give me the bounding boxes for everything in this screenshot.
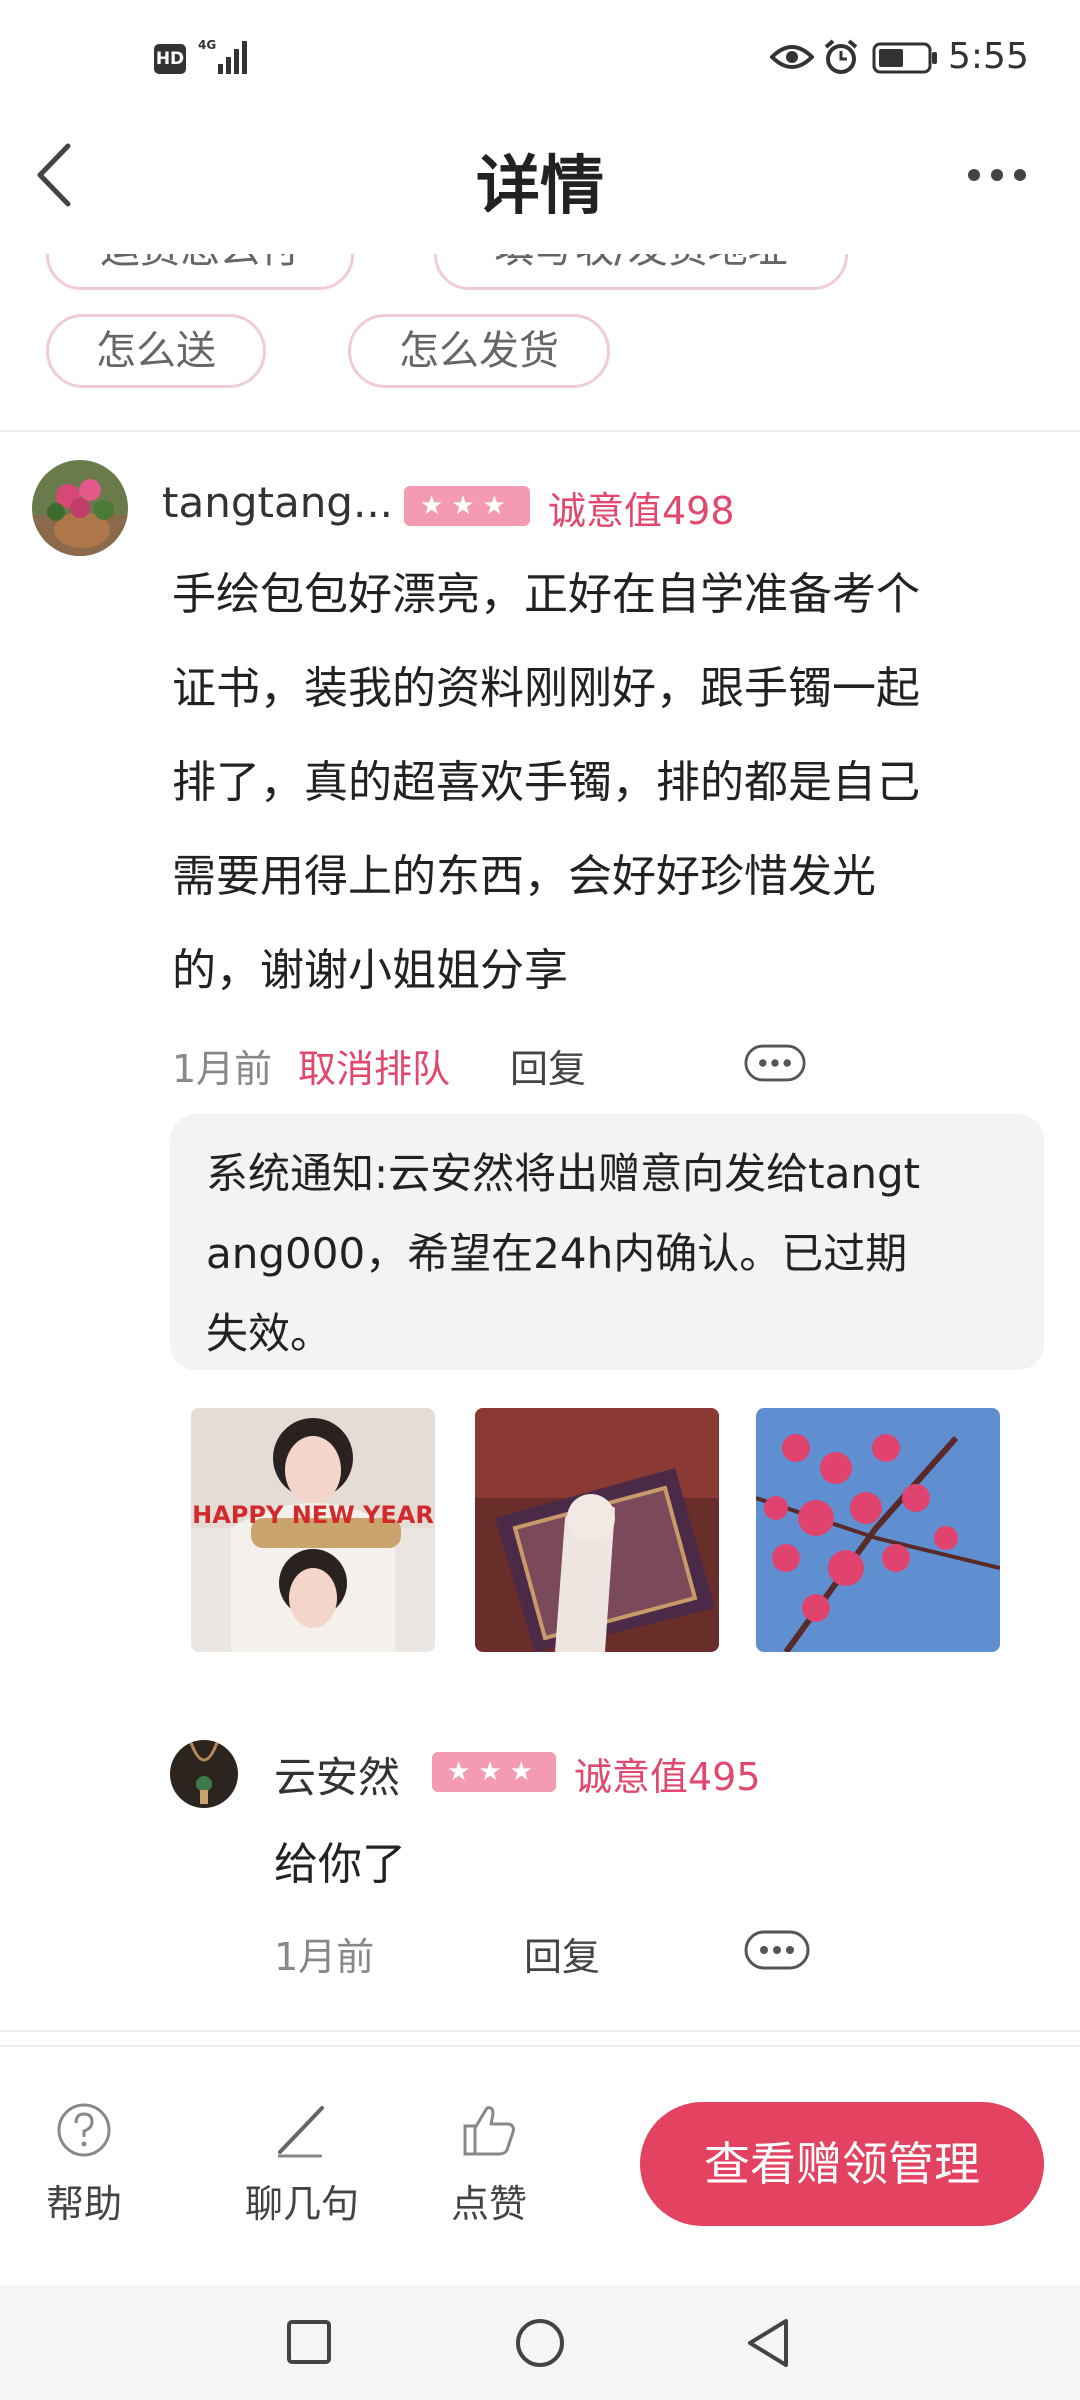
comment-line: 的，谢谢小姐姐分享 [172,945,568,996]
comment-username[interactable]: tangtang... [162,478,393,527]
chat-label[interactable]: 聊几句 [232,2173,372,2228]
notice-line: ang000，希望在24h内确认。已过期 [206,1229,908,1278]
back-triangle-icon[interactable] [744,2317,792,2369]
status-bar: HD 4G 5:55 [0,0,1080,120]
photo-caption: HAPPY NEW YEAR [192,1501,434,1529]
system-notice: 系统通知:云安然将出赠意向发给tangt ang000，希望在24h内确认。已过… [170,1114,1044,1370]
section-divider [0,430,1080,432]
reply-button[interactable]: 回复 [510,1038,586,1093]
network-label: 4G [198,38,216,52]
comment-time: 1月前 [172,1047,273,1091]
photo-thumbnail-1[interactable]: HAPPY NEW YEAR [191,1408,435,1652]
reply-more-actions-icon[interactable] [744,1930,810,1970]
chip-row1-mask [0,214,1080,254]
comment-text: 手绘包包好漂亮，正好在自学准备考个 证书，装我的资料刚刚好，跟手镯一起 排了，真… [172,548,1062,1018]
sincerity-value: 诚意值498 [548,489,735,533]
comment-line: 手绘包包好漂亮，正好在自学准备考个 [172,569,920,620]
reply-sincerity-value: 诚意值495 [574,1755,761,1799]
view-gift-management-button[interactable]: 查看赠领管理 [640,2102,1044,2226]
reply-text: 给你了 [274,1839,406,1890]
comment-line: 证书，装我的资料刚刚好，跟手镯一起 [172,663,920,714]
cancel-queue-button[interactable]: 取消排队 [298,1038,450,1093]
comment-line: 排了，真的超喜欢手镯，排的都是自己 [172,757,920,808]
recents-square-icon[interactable] [286,2319,332,2365]
notice-line: 失效。 [206,1309,333,1358]
like-label[interactable]: 点赞 [419,2173,559,2228]
reply-star-level-badge: ★★★ [432,1752,556,1792]
comment-line: 需要用得上的东西，会好好珍惜发光 [172,851,876,902]
notice-line: 系统通知:云安然将出赠意向发给tangt [206,1149,921,1198]
pen-icon[interactable] [272,2100,332,2160]
more-options-icon[interactable] [966,160,1028,190]
hd-badge: HD [154,44,186,74]
alarm-icon [824,39,858,74]
system-nav-bar [0,2285,1080,2400]
reply-time: 1月前 [274,1935,375,1979]
reply-reply-button[interactable]: 回复 [524,1926,600,1981]
chip-how-to-give[interactable]: 怎么送 [46,314,266,388]
thumbs-up-icon[interactable] [459,2100,519,2160]
help-icon[interactable] [54,2100,114,2160]
more-actions-icon[interactable] [744,1044,806,1082]
reply-username[interactable]: 云安然 [274,1744,400,1805]
avatar[interactable] [32,460,128,556]
help-label[interactable]: 帮助 [14,2173,154,2228]
cellular-signal-icon: 4G [198,38,247,74]
chip-how-to-ship[interactable]: 怎么发货 [348,314,610,388]
home-circle-icon[interactable] [514,2317,566,2369]
reply-avatar[interactable] [170,1740,238,1808]
photo-thumbnail-3[interactable] [756,1408,1000,1652]
clock-time: 5:55 [948,36,1029,77]
star-level-badge: ★★★ [404,486,530,526]
battery-icon [872,42,937,74]
eye-icon [770,45,814,69]
content-end-divider [0,2030,1080,2032]
photo-thumbnail-2[interactable] [475,1408,719,1652]
